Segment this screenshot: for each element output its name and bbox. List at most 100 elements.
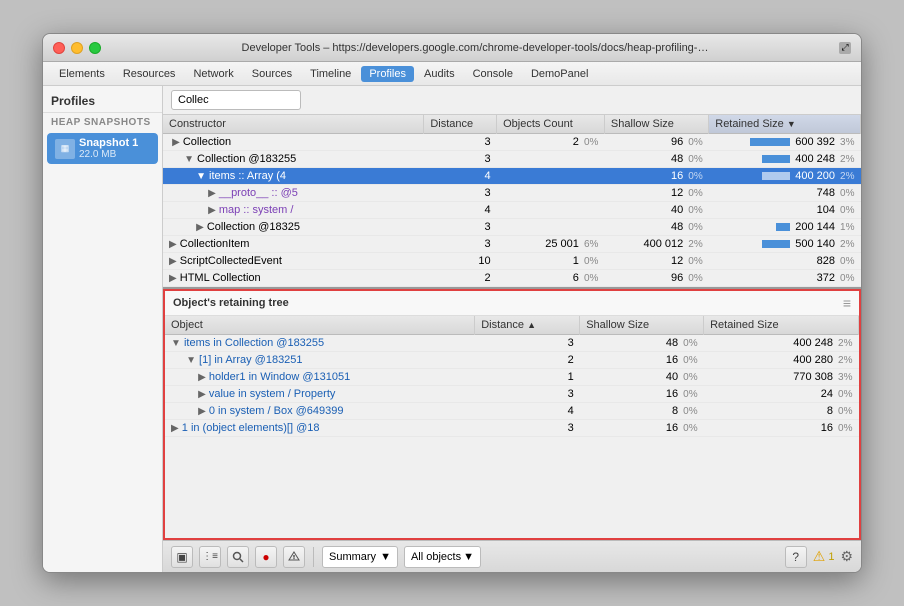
sort-arrow: ▼ — [787, 119, 796, 129]
expand-icon[interactable]: ▶ — [171, 423, 179, 434]
cell-distance: 10 — [424, 253, 497, 270]
retaining-table: Object Distance ▲ Shallow Size Retained … — [165, 316, 859, 437]
expand-icon[interactable]: ▶ — [198, 372, 206, 383]
retaining-table-container[interactable]: Object Distance ▲ Shallow Size Retained … — [165, 316, 859, 538]
maximize-button[interactable] — [89, 42, 101, 54]
table-row[interactable]: ▶ ScriptCollectedEvent 10 1 0% 12 0% — [163, 253, 861, 270]
cell-distance: 3 — [424, 134, 497, 151]
table-row[interactable]: ▶ holder1 in Window @131051 1 40 0% 770 … — [165, 369, 859, 386]
col-retained-size[interactable]: Retained Size ▼ — [709, 115, 861, 134]
cell-rt-distance: 2 — [475, 352, 580, 369]
summary-dropdown[interactable]: Summary ▼ — [322, 546, 398, 568]
cell-rt-shallow: 40 0% — [580, 369, 704, 386]
expand-icon[interactable]: ▶ — [208, 205, 216, 216]
warning-icon: ⚠ — [813, 548, 826, 565]
table-row[interactable]: ▶ CollectionItem 3 25 001 6% 400 012 2% — [163, 236, 861, 253]
col-distance[interactable]: Distance — [424, 115, 497, 134]
resize-button[interactable]: ⤢ — [839, 42, 851, 54]
retaining-tree-header: Object's retaining tree ≡ — [165, 291, 859, 316]
sidebar-item-snapshot1[interactable]: ▦ Snapshot 1 22.0 MB — [47, 133, 158, 164]
search-button[interactable] — [227, 546, 249, 568]
menu-audits[interactable]: Audits — [416, 66, 463, 82]
col-constructor[interactable]: Constructor — [163, 115, 424, 134]
col-rt-distance[interactable]: Distance ▲ — [475, 316, 580, 335]
table-row[interactable]: ▶ value in system / Property 3 16 0% 24 — [165, 386, 859, 403]
cell-distance: 4 — [424, 168, 497, 185]
search-input[interactable] — [171, 90, 301, 110]
retained-bar — [762, 240, 790, 248]
cell-rt-retained: 8 0% — [704, 403, 859, 420]
menu-elements[interactable]: Elements — [51, 66, 113, 82]
expand-icon[interactable]: ▶ — [198, 389, 206, 400]
col-objects-count[interactable]: Objects Count — [497, 115, 605, 134]
expand-icon[interactable]: ▶ — [196, 222, 204, 233]
expand-icon[interactable]: ▶ — [169, 273, 177, 284]
table-row[interactable]: ▼ [1] in Array @183251 2 16 0% 400 280 — [165, 352, 859, 369]
search-bar — [163, 86, 861, 115]
titlebar: Developer Tools – https://developers.goo… — [43, 34, 861, 62]
col-rt-object[interactable]: Object — [165, 316, 475, 335]
table-row[interactable]: ▶ Collection @18325 3 48 0% 2 — [163, 219, 861, 236]
menu-network[interactable]: Network — [185, 66, 241, 82]
cell-retained: 400 200 2% — [709, 168, 861, 185]
cell-rt-object: ▶ holder1 in Window @131051 — [165, 369, 475, 386]
menu-resources[interactable]: Resources — [115, 66, 184, 82]
cell-shallow: 96 0% — [604, 134, 708, 151]
panel-button[interactable]: ▣ — [171, 546, 193, 568]
col-rt-shallow[interactable]: Shallow Size — [580, 316, 704, 335]
cell-distance: 3 — [424, 151, 497, 168]
stop-button[interactable] — [283, 546, 305, 568]
help-button[interactable]: ? — [785, 546, 807, 568]
menu-timeline[interactable]: Timeline — [302, 66, 359, 82]
close-button[interactable] — [53, 42, 65, 54]
cell-rt-retained: 24 0% — [704, 386, 859, 403]
expand-icon[interactable]: ▼ — [186, 355, 196, 366]
gear-button[interactable]: ⚙ — [840, 548, 853, 565]
cell-rt-retained: 770 308 3% — [704, 369, 859, 386]
cell-rt-distance: 4 — [475, 403, 580, 420]
expand-icon[interactable]: ▶ — [169, 239, 177, 250]
menu-demopanel[interactable]: DemoPanel — [523, 66, 596, 82]
menu-profiles[interactable]: Profiles — [361, 66, 414, 82]
retaining-table-body: ▼ items in Collection @183255 3 48 0% 40… — [165, 335, 859, 437]
menu-console[interactable]: Console — [465, 66, 521, 82]
trace-button[interactable]: ⋮≡ — [199, 546, 221, 568]
record-button[interactable]: ● — [255, 546, 277, 568]
table-row-selected[interactable]: ▼ items :: Array (4 4 16 0% 4 — [163, 168, 861, 185]
col-rt-retained[interactable]: Retained Size — [704, 316, 859, 335]
cell-retained: 600 392 3% — [709, 134, 861, 151]
menu-sources[interactable]: Sources — [244, 66, 300, 82]
cell-constructor: ▶ CollectionItem — [163, 236, 424, 253]
bottom-toolbar: ▣ ⋮≡ ● Summ — [163, 540, 861, 572]
separator — [313, 547, 314, 567]
table-row[interactable]: ▼ items in Collection @183255 3 48 0% 40… — [165, 335, 859, 352]
cell-constructor: ▶ ▶ Collection Collection — [163, 134, 424, 151]
right-panel: Constructor Distance Objects Count Shall… — [163, 86, 861, 572]
cell-obj-count: 25 001 6% — [497, 236, 605, 253]
table-row[interactable]: ▶ __proto__ :: @5 3 12 0% 748 — [163, 185, 861, 202]
expand-icon[interactable]: ▶ — [198, 406, 206, 417]
expand-icon[interactable]: ▶ — [169, 256, 177, 267]
all-objects-select[interactable]: All objects ▼ — [404, 546, 481, 568]
table-row[interactable]: ▼ Collection @183255 3 48 0% — [163, 151, 861, 168]
table-row[interactable]: ▶ ▶ Collection Collection 3 2 0% 96 — [163, 134, 861, 151]
cell-shallow: 48 0% — [604, 151, 708, 168]
cell-shallow: 40 0% — [604, 202, 708, 219]
table-row[interactable]: ▶ 1 in (object elements)[] @18 3 16 0% 1… — [165, 420, 859, 437]
stop-icon — [288, 551, 300, 563]
expand-icon[interactable]: ▼ — [184, 154, 194, 165]
window-title: Developer Tools – https://developers.goo… — [111, 42, 839, 54]
cell-rt-shallow: 16 0% — [580, 386, 704, 403]
expand-icon[interactable]: ▶ — [172, 137, 180, 148]
table-row[interactable]: ▶ 0 in system / Box @649399 4 8 0% 8 — [165, 403, 859, 420]
expand-icon[interactable]: ▼ — [171, 338, 181, 349]
table-row[interactable]: ▶ HTML Collection 2 6 0% 96 0% — [163, 270, 861, 287]
expand-icon[interactable]: ▼ — [196, 171, 206, 182]
sidebar-section-label: HEAP SNAPSHOTS — [43, 113, 162, 132]
table-row[interactable]: ▶ map :: system / 4 40 0% 104 — [163, 202, 861, 219]
expand-icon[interactable]: ▶ — [208, 188, 216, 199]
minimize-button[interactable] — [71, 42, 83, 54]
cell-shallow: 48 0% — [604, 219, 708, 236]
col-shallow-size[interactable]: Shallow Size — [604, 115, 708, 134]
cell-distance: 3 — [424, 185, 497, 202]
